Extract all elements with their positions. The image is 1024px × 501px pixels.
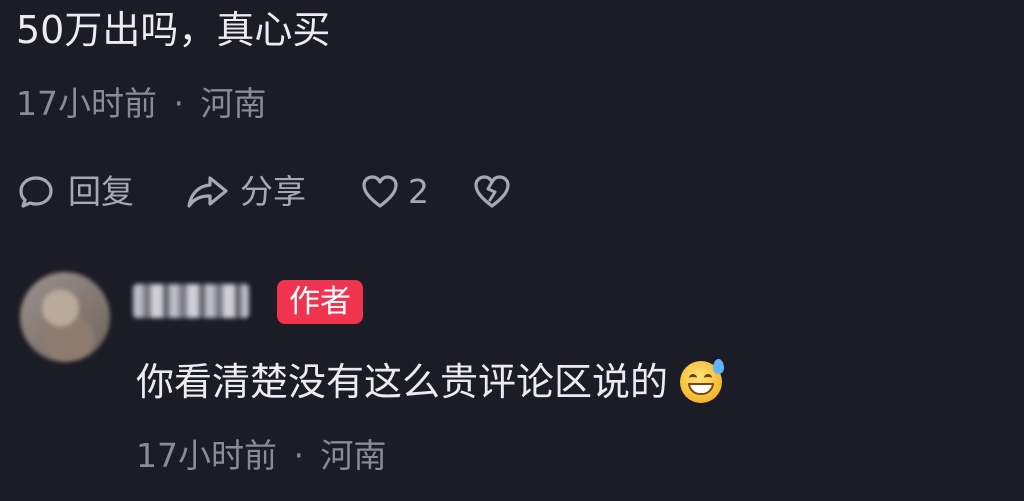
share-label: 分享 [240, 172, 306, 211]
reply-location: 河南 [320, 436, 387, 475]
username-blurred[interactable] [133, 284, 249, 318]
reply-label: 回复 [68, 172, 134, 211]
reply-text: 你看清楚没有这么贵评论区说的 [136, 360, 669, 404]
comment-text: 50万出吗，真心买 [16, 8, 331, 52]
comment-icon [16, 172, 56, 212]
reply-time: 17小时前 [136, 436, 277, 475]
reply-meta: 17小时前 · 河南 [136, 436, 387, 476]
meta-separator: · [293, 436, 305, 475]
comment-location: 河南 [200, 84, 267, 123]
like-button[interactable]: 2 [360, 172, 429, 212]
broken-heart-icon [472, 172, 512, 212]
avatar[interactable] [20, 272, 110, 362]
share-icon [186, 172, 230, 212]
heart-icon [360, 172, 400, 212]
reply-content: 你看清楚没有这么贵评论区说的 [136, 359, 725, 404]
reply-button[interactable]: 回复 [16, 172, 134, 212]
meta-separator: · [173, 84, 185, 123]
share-button[interactable]: 分享 [186, 172, 306, 212]
author-badge: 作者 [277, 280, 363, 324]
like-count: 2 [408, 172, 429, 211]
grinning-sweat-emoji [680, 359, 725, 403]
dislike-button[interactable] [472, 172, 512, 212]
comment-meta: 17小时前 · 河南 [16, 84, 267, 124]
comment-time: 17小时前 [16, 84, 157, 123]
